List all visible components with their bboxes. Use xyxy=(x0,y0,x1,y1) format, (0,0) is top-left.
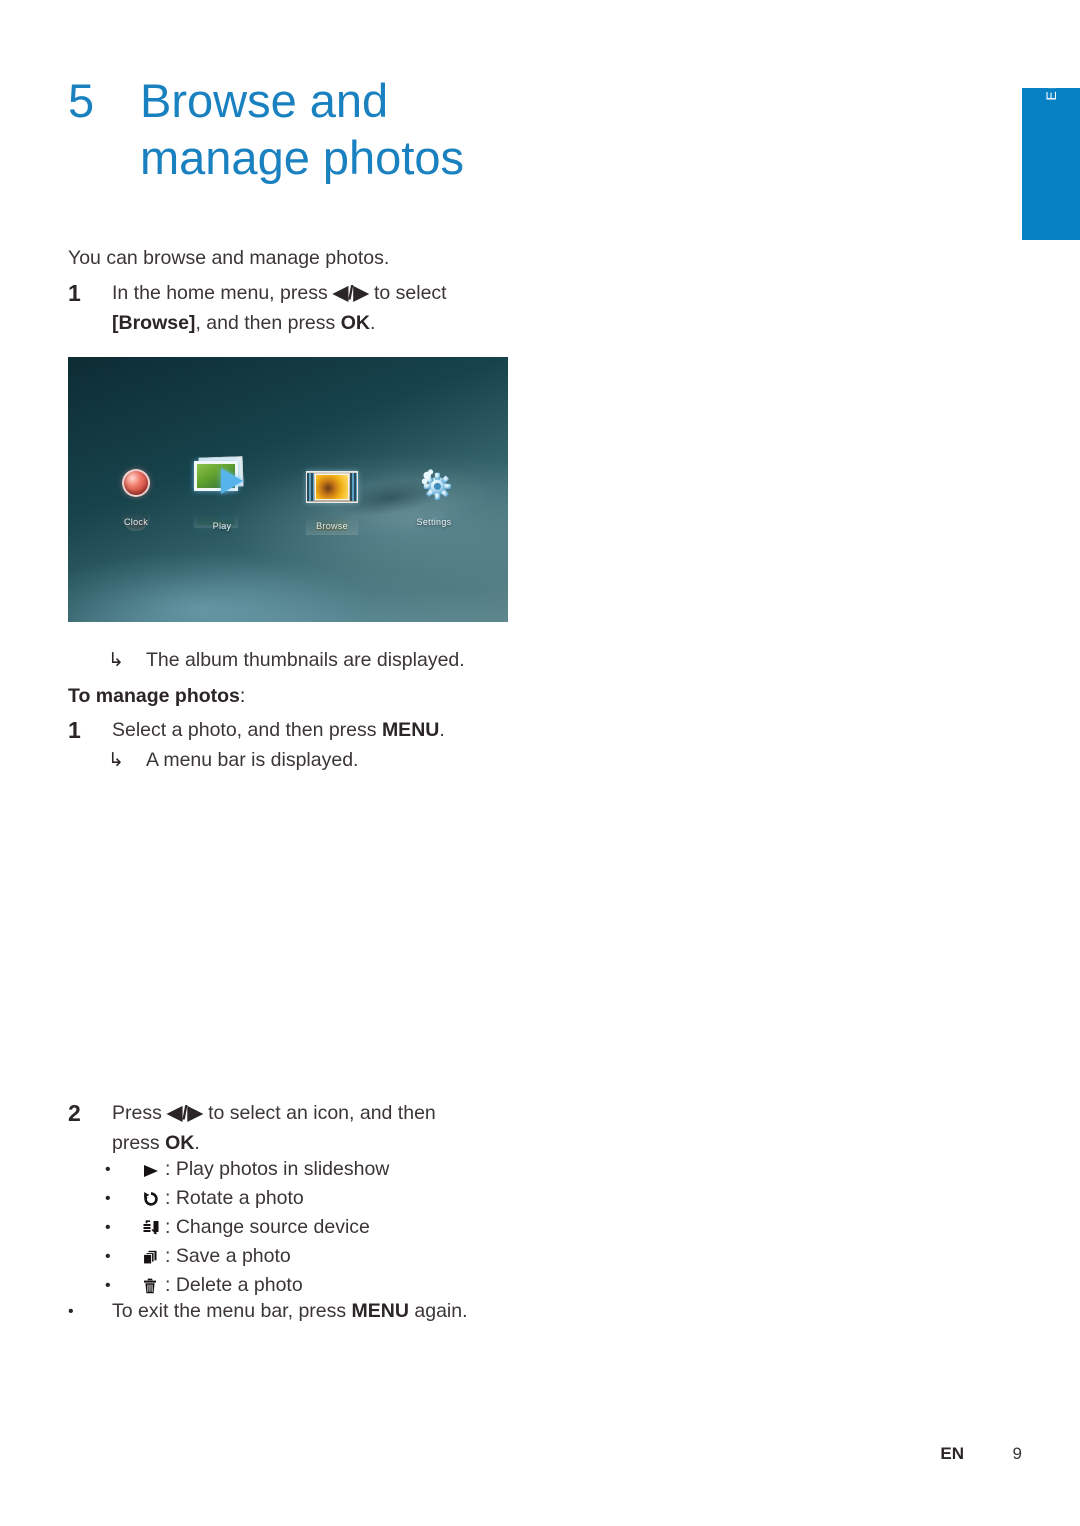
home-menu-item-play: Play xyxy=(176,449,268,531)
step-1-text: In the home menu, press ◀/▶ to select [B… xyxy=(112,278,528,338)
browse-icon-reflection xyxy=(286,503,378,535)
list-item-body: : Rotate a photo xyxy=(143,1184,304,1213)
change-source-device-icon xyxy=(143,1220,165,1236)
subsection-heading-colon: : xyxy=(239,685,246,707)
home-menu-item-settings: Settings xyxy=(388,457,480,527)
menu-key-label: MENU xyxy=(381,719,440,741)
gear-icon xyxy=(388,457,480,509)
bullet-dot: • xyxy=(105,1190,111,1207)
play-photos-icon xyxy=(176,449,268,509)
save-photo-icon xyxy=(143,1250,165,1265)
step-2-line2: press OK. xyxy=(68,1128,528,1158)
home-menu-item-browse: Browse xyxy=(286,461,378,535)
footer-page-number: 9 xyxy=(1012,1444,1022,1463)
step-2: 2 Press ◀/▶ to select an icon, and then xyxy=(68,1098,528,1128)
list-item-label: : Play photos in slideshow xyxy=(165,1158,390,1180)
chapter-title-line1: Browse and xyxy=(140,74,389,127)
browse-filmstrip-icon xyxy=(286,461,378,513)
step-1-text-b: to select xyxy=(368,282,447,304)
chapter-number: 5 xyxy=(68,74,95,127)
result-line-1-text: The album thumbnails are displayed. xyxy=(146,649,465,671)
step-2-line2-text: press OK. xyxy=(112,1128,528,1158)
list-item-label: : Change source device xyxy=(165,1216,370,1238)
step-1-text-c: , and then press xyxy=(195,312,341,334)
result-line-album-thumbnails: ↳ The album thumbnails are displayed. xyxy=(108,645,465,676)
step-2-text-a: Press xyxy=(112,1102,168,1124)
bullet-dot: • xyxy=(105,1248,111,1265)
step-1-text-a: In the home menu, press xyxy=(112,282,334,304)
browse-menu-label: [Browse] xyxy=(112,312,196,334)
home-menu-item-clock: Clock xyxy=(90,457,182,531)
home-menu-screenshot: Clock Play xyxy=(68,357,508,622)
list-item: • : Delete a photo xyxy=(105,1271,303,1300)
page-title: 5 Browse and manage photos xyxy=(68,72,628,186)
exit-text-a: To exit the menu bar, press xyxy=(112,1300,352,1322)
ok-key-label: OK xyxy=(340,312,370,334)
subsection-heading: To manage photos: xyxy=(68,681,245,711)
step-2-text-b: to select an icon, and then xyxy=(202,1102,436,1124)
list-item-body: : Delete a photo xyxy=(143,1271,303,1300)
chapter-title-line2: manage photos xyxy=(140,131,465,184)
footer-language-code: EN xyxy=(940,1444,964,1463)
step-1b-text-a: Select a photo, and then press xyxy=(112,719,382,741)
list-item-body: : Change source device xyxy=(143,1213,370,1242)
step-2-line2-b: . xyxy=(194,1132,200,1154)
trash-icon xyxy=(143,1278,165,1294)
step-1b-text: Select a photo, and then press MENU. xyxy=(112,715,528,745)
step-1b-number: 1 xyxy=(68,717,81,743)
list-item-label: : Delete a photo xyxy=(165,1274,303,1296)
gear-icon-reflection xyxy=(388,497,480,531)
step-1: 1 In the home menu, press ◀/▶ to select … xyxy=(68,278,528,338)
step-1-text-d: . xyxy=(369,312,376,334)
clock-icon-reflection xyxy=(90,503,182,531)
language-tab-label: English xyxy=(1043,39,1059,101)
step-1-number: 1 xyxy=(68,280,81,306)
clock-sphere-icon xyxy=(90,457,182,509)
list-item: • : Play photos in slideshow xyxy=(105,1155,389,1184)
page-footer: EN 9 xyxy=(0,1444,1022,1464)
result-line-2-text: A menu bar is displayed. xyxy=(146,749,359,771)
list-item-label: : Save a photo xyxy=(165,1245,291,1267)
list-item-exit-menu-bar: • To exit the menu bar, press MENU again… xyxy=(68,1297,468,1326)
bullet-dot: • xyxy=(105,1277,111,1294)
result-arrow-icon: ↳ xyxy=(108,650,124,671)
step-2-line2-a: press xyxy=(112,1132,166,1154)
step-2-text: Press ◀/▶ to select an icon, and then xyxy=(112,1098,528,1128)
bullet-dot: • xyxy=(105,1219,111,1236)
rotate-icon xyxy=(143,1191,165,1207)
step-1b-text-b: . xyxy=(439,719,445,741)
list-item-label: : Rotate a photo xyxy=(165,1187,304,1209)
bullet-dot: • xyxy=(68,1303,74,1320)
list-item: • : Change source device xyxy=(105,1213,370,1242)
nav-left-right-glyph: ◀/▶ xyxy=(167,1102,203,1124)
step-2-number: 2 xyxy=(68,1100,81,1126)
list-item: • : Save a photo xyxy=(105,1242,291,1271)
list-item: • : Rotate a photo xyxy=(105,1184,304,1213)
list-item-body: : Play photos in slideshow xyxy=(143,1155,389,1184)
step-1b: 1 Select a photo, and then press MENU. xyxy=(68,715,528,745)
nav-left-right-glyph: ◀/▶ xyxy=(333,282,369,304)
list-item-body: : Save a photo xyxy=(143,1242,291,1271)
bullet-dot: • xyxy=(105,1161,111,1178)
play-icon-reflection xyxy=(176,495,268,533)
result-line-menu-bar: ↳ A menu bar is displayed. xyxy=(108,745,358,776)
ok-key-label: OK xyxy=(165,1132,195,1154)
intro-paragraph: You can browse and manage photos. xyxy=(68,247,390,269)
language-tab: English xyxy=(1022,39,1080,240)
menu-key-label: MENU xyxy=(351,1300,409,1322)
subsection-heading-text: To manage photos xyxy=(68,685,240,707)
result-arrow-icon: ↳ xyxy=(108,750,124,771)
list-item-body: To exit the menu bar, press MENU again. xyxy=(112,1297,468,1326)
exit-text-b: again. xyxy=(408,1300,468,1322)
play-triangle-icon xyxy=(143,1164,165,1178)
